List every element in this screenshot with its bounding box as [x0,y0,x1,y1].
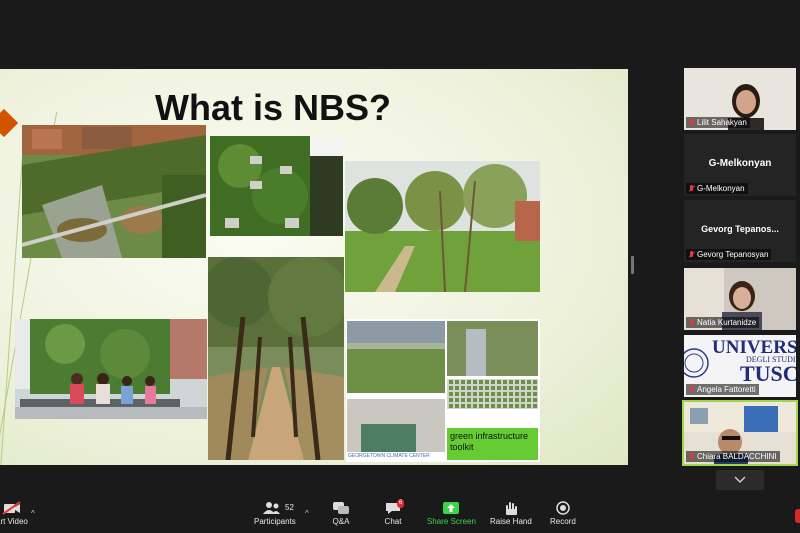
participant-tile[interactable]: Natia Kurtanidze [684,268,796,330]
participant-tile[interactable]: Lilit Sahakyan [684,68,796,130]
chat-button[interactable]: Chat 6 [384,499,405,526]
participants-options-caret[interactable]: ^ [305,509,309,518]
end-button-edge[interactable] [795,509,800,523]
toolkit-caption: green infrastructure toolkit [447,428,538,460]
qa-button[interactable]: Q&A [332,501,350,526]
panel-resize-handle[interactable] [631,256,634,274]
participant-display-name: Gevorg Tepanos... [701,224,779,234]
chat-unread-badge: 6 [397,499,405,508]
start-video-button[interactable]: art Video [0,501,28,526]
participant-name-label: Chiara BALDACCHINI [686,451,780,462]
photo-tree-avenue [208,257,344,460]
record-icon [556,501,570,515]
participant-name-label: Angela Fattoretti [686,384,759,395]
georgetown-caption: GEORGETOWN CLIMATE CENTER [348,453,430,459]
muted-mic-icon [688,118,695,127]
video-off-icon [2,501,21,515]
video-options-caret[interactable]: ^ [31,509,35,518]
record-button[interactable]: Record [550,501,576,526]
participant-display-name: G-Melkonyan [708,158,772,169]
slide-title: What is NBS? [155,87,392,128]
raise-hand-button[interactable]: Raise Hand [490,501,532,526]
muted-mic-icon [688,385,695,394]
photo-green-facade [210,136,343,236]
participant-name-label: G-Melkonyan [686,183,748,194]
participant-name-label: Natia Kurtanidze [686,317,760,328]
muted-mic-icon [688,452,695,461]
photo-green-wall-bench [15,319,207,419]
orange-arrow-marker [0,108,19,138]
photo-meadow-path [345,161,540,292]
muted-mic-icon [688,318,695,327]
share-screen-icon [443,502,460,514]
participants-button[interactable]: Participants 52 [254,501,296,526]
raise-hand-icon [505,502,517,515]
toolkit-collage: green infrastructure toolkit GEORGETOWN … [346,319,540,462]
photo-aerial-park [22,125,206,258]
participant-tile[interactable]: G-Melkonyan G-Melkonyan [684,134,796,196]
participant-name-label: Gevorg Tepanosyan [686,249,772,260]
participants-count: 52 [285,503,294,512]
participant-name-label: Lilit Sahakyan [686,117,750,128]
qa-icon [333,502,349,514]
chevron-down-icon [734,476,746,484]
participant-tile[interactable]: Gevorg Tepanos... Gevorg Tepanosyan [684,200,796,262]
shared-slide: What is NBS? green infrastructure toolki… [0,69,628,465]
participant-tile-active-speaker[interactable]: Chiara BALDACCHINI [682,400,798,466]
meeting-toolbar: art Video ^ Participants 52 ^ Q&A Chat 6 [0,497,800,533]
muted-mic-icon [688,250,695,259]
participant-tile[interactable]: UNIVERS DEGLI STUDI TUSC Angela Fattoret… [684,335,796,397]
muted-mic-icon [688,184,695,193]
gallery-next-page-button[interactable] [716,470,764,490]
share-screen-button[interactable]: Share Screen [427,501,476,526]
